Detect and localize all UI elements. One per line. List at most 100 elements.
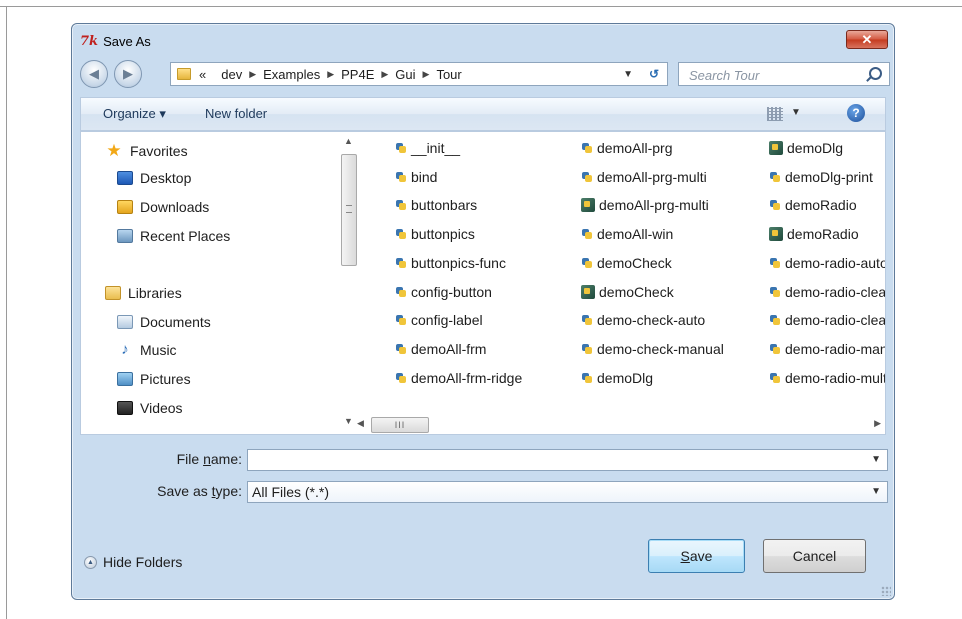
- music-icon: ♪: [121, 341, 129, 358]
- view-dropdown-icon[interactable]: ▼: [791, 107, 801, 118]
- file-item[interactable]: demo-check-auto: [581, 312, 705, 328]
- back-button[interactable]: ◀: [80, 60, 108, 88]
- file-item-label: demoDlg: [787, 140, 844, 156]
- breadcrumb-tour[interactable]: Tour: [436, 67, 461, 82]
- save-as-type-value: All Files (*.*): [252, 484, 330, 500]
- hide-folders-button[interactable]: ▲ Hide Folders: [84, 554, 182, 570]
- nav-downloads-label: Downloads: [140, 199, 210, 215]
- file-item[interactable]: buttonbars: [395, 197, 477, 213]
- command-toolbar: Organize ▾ New folder ▼ ?: [80, 97, 886, 131]
- save-as-type-dropdown-icon[interactable]: ▼: [871, 486, 881, 497]
- nav-favorites[interactable]: ★ Favorites: [105, 141, 187, 160]
- python-file-icon: [395, 199, 407, 211]
- nav-videos[interactable]: Videos: [117, 400, 183, 416]
- folder-icon: [177, 68, 191, 80]
- file-item[interactable]: config-button: [395, 284, 492, 300]
- file-item[interactable]: demoCheck: [581, 255, 672, 271]
- python-file-icon: [395, 372, 407, 384]
- file-item[interactable]: demoAll-prg-multi: [581, 197, 709, 213]
- file-item-label: demoDlg: [597, 369, 654, 386]
- nav-music-label: Music: [140, 342, 177, 358]
- scroll-thumb[interactable]: [341, 154, 357, 266]
- forward-button[interactable]: ▶: [114, 60, 142, 88]
- resize-grip-icon[interactable]: [881, 586, 891, 596]
- close-button[interactable]: ✕: [846, 30, 888, 49]
- file-item[interactable]: bind: [395, 169, 437, 185]
- nav-vertical-scrollbar[interactable]: ▲ ▼: [339, 132, 359, 434]
- nav-desktop[interactable]: Desktop: [117, 170, 191, 186]
- title-bar: 7k Save As: [80, 32, 151, 50]
- file-item[interactable]: buttonpics-func: [395, 255, 506, 271]
- address-dropdown-icon[interactable]: ▼: [623, 69, 633, 80]
- scroll-up-icon[interactable]: ▲: [344, 136, 353, 146]
- breadcrumb-pp4e[interactable]: PP4E: [341, 67, 374, 82]
- file-item-label: demo-radio-clear2: [785, 312, 886, 329]
- file-item[interactable]: demo-radio-manual: [769, 341, 885, 357]
- file-item[interactable]: demoRadio: [769, 197, 857, 213]
- python-file-icon: [769, 257, 781, 269]
- new-folder-button[interactable]: New folder: [205, 106, 267, 121]
- nav-downloads[interactable]: Downloads: [117, 199, 209, 215]
- file-item-label: buttonpics-func: [411, 254, 506, 271]
- cancel-button[interactable]: Cancel: [763, 539, 866, 573]
- scroll-right-icon[interactable]: ▶: [874, 418, 881, 429]
- file-item[interactable]: demoDlg-print: [769, 169, 873, 185]
- file-name-input[interactable]: [252, 451, 846, 471]
- nav-pictures[interactable]: Pictures: [117, 371, 191, 387]
- file-item[interactable]: buttonpics: [395, 226, 475, 242]
- nav-libraries[interactable]: Libraries: [105, 285, 182, 301]
- search-box: [678, 62, 890, 86]
- save-button[interactable]: Save: [648, 539, 745, 573]
- file-item-label: demo-check-auto: [597, 312, 706, 329]
- nav-music[interactable]: ♪ Music: [117, 341, 177, 358]
- file-item[interactable]: demoDlg: [769, 140, 843, 156]
- file-item[interactable]: __init__: [395, 140, 460, 156]
- file-item[interactable]: demo-radio-auto: [769, 255, 885, 271]
- file-item-label: demoAll-win: [597, 226, 674, 243]
- file-item[interactable]: demoAll-win: [581, 226, 673, 242]
- nav-recent-places[interactable]: Recent Places: [117, 228, 230, 244]
- save-as-type-select[interactable]: All Files (*.*) ▼: [247, 481, 888, 503]
- view-options-icon[interactable]: [767, 107, 783, 121]
- file-item-label: demoAll-prg-multi: [599, 197, 709, 214]
- help-icon[interactable]: ?: [847, 104, 865, 122]
- file-item[interactable]: demo-check-manual: [581, 341, 724, 357]
- file-item[interactable]: demoDlg: [581, 370, 653, 386]
- breadcrumb-dev[interactable]: dev: [221, 67, 242, 82]
- file-item-label: demo-radio-clear: [785, 283, 886, 300]
- file-item-label: bind: [411, 168, 438, 185]
- file-item[interactable]: demo-radio-clear: [769, 283, 886, 300]
- breadcrumb-examples[interactable]: Examples: [263, 67, 320, 82]
- file-item-label: demoDlg-print: [785, 168, 873, 185]
- breadcrumb-separator-icon: ▶: [422, 68, 430, 79]
- file-item-label: demoRadio: [787, 226, 859, 243]
- search-input[interactable]: [687, 64, 861, 86]
- breadcrumb-overflow[interactable]: «: [199, 67, 206, 82]
- file-item-label: demoCheck: [599, 283, 674, 300]
- star-icon: ★: [106, 141, 122, 160]
- python-file-icon: [395, 171, 407, 183]
- file-item[interactable]: demo-radio-clear2: [769, 312, 886, 329]
- file-item[interactable]: demoRadio: [769, 226, 859, 242]
- breadcrumb-gui[interactable]: Gui: [395, 67, 415, 82]
- nav-documents[interactable]: Documents: [117, 314, 211, 330]
- organize-menu[interactable]: Organize ▾: [103, 106, 166, 122]
- file-name-dropdown-icon[interactable]: ▼: [871, 454, 881, 465]
- file-item[interactable]: demoCheck: [581, 284, 674, 300]
- file-item[interactable]: demoAll-frm-ridge: [395, 370, 522, 386]
- python-file-icon: [581, 257, 593, 269]
- scroll-left-icon[interactable]: ◀: [357, 418, 364, 429]
- address-bar[interactable]: « dev ▶ Examples ▶ PP4E ▶ Gui ▶ Tour ▼ ↺: [170, 62, 668, 86]
- file-item[interactable]: demoAll-prg-multi: [581, 169, 707, 185]
- file-item[interactable]: demoAll-frm: [395, 341, 486, 357]
- file-item[interactable]: demo-radio-multi: [769, 370, 885, 386]
- documents-icon: [117, 315, 133, 329]
- cancel-button-label: Cancel: [792, 548, 837, 564]
- file-item-label: buttonpics: [411, 226, 475, 243]
- refresh-icon[interactable]: ↺: [649, 67, 659, 81]
- file-item[interactable]: demoAll-prg: [581, 140, 672, 156]
- search-icon[interactable]: [869, 67, 882, 80]
- file-horizontal-scrollbar[interactable]: ◀ III ▶: [349, 416, 885, 434]
- scroll-thumb[interactable]: III: [371, 417, 429, 433]
- file-item[interactable]: config-label: [395, 312, 483, 328]
